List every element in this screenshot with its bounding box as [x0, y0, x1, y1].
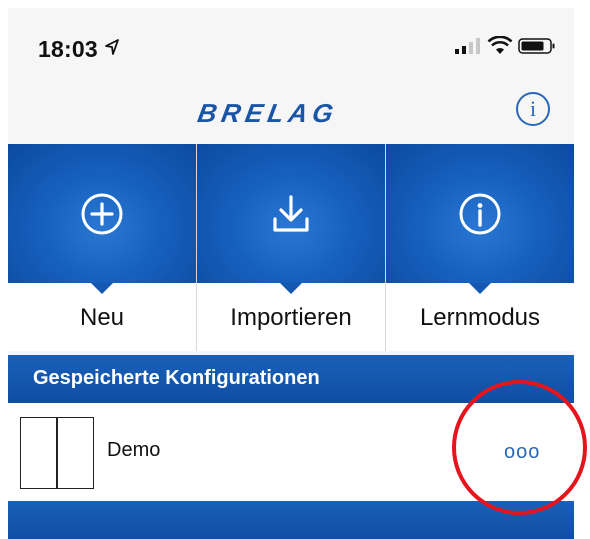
action-tiles: Neu Importieren Lernmodus	[8, 144, 574, 351]
info-circle-icon	[459, 193, 501, 235]
thumbnail-divider	[56, 418, 58, 488]
highlight-circle	[452, 380, 587, 515]
tile-new[interactable]: Neu	[8, 144, 197, 351]
info-button[interactable]: i	[516, 92, 550, 126]
tile-learn-mode-label: Lernmodus	[419, 304, 541, 331]
brelag-logo: BRELAG	[195, 98, 341, 128]
tile-import-pointer	[280, 283, 302, 294]
tile-new-label: Neu	[79, 304, 125, 331]
tile-learn-mode-pointer	[469, 283, 491, 294]
download-icon	[273, 195, 309, 232]
tile-new-pointer	[91, 283, 113, 294]
configuration-thumbnail	[20, 417, 94, 489]
tile-import[interactable]: Importieren	[197, 144, 386, 351]
navigation-bar: BRELAG i	[8, 80, 574, 144]
signal-icon	[455, 38, 480, 54]
info-icon: i	[529, 96, 537, 121]
tile-learn-mode[interactable]: Lernmodus	[386, 144, 574, 351]
status-time: 18:03	[38, 36, 98, 62]
configuration-name: Demo	[107, 439, 161, 461]
plus-circle-icon	[81, 193, 123, 235]
battery-icon	[518, 38, 555, 54]
section-title: Gespeicherte Konfigurationen	[33, 367, 320, 389]
location-arrow-icon	[105, 39, 119, 55]
wifi-icon	[487, 36, 513, 54]
tile-import-label: Importieren	[230, 304, 352, 331]
status-bar: 18:03	[8, 8, 574, 80]
